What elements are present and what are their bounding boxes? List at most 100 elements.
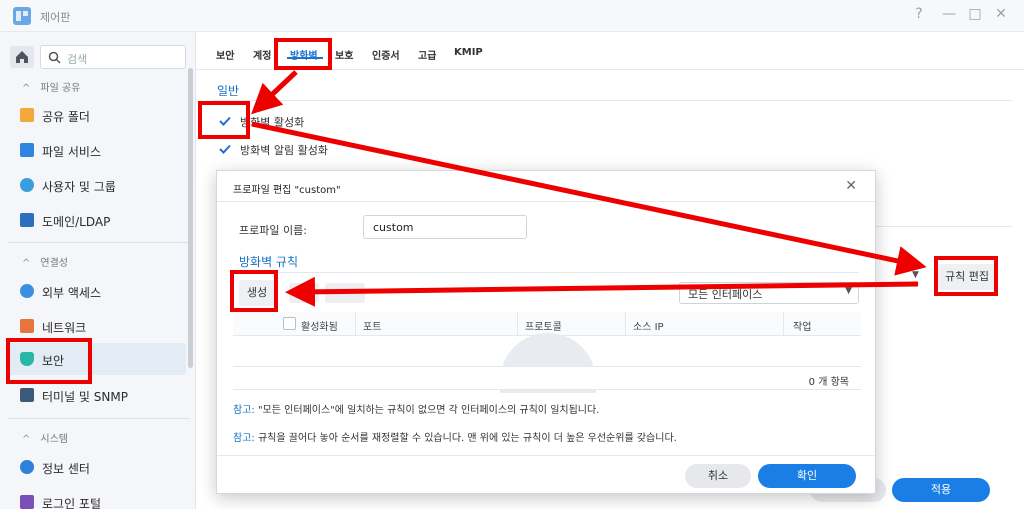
chevron-up-icon: ^ bbox=[22, 258, 31, 269]
annotation-box-edit-rules bbox=[934, 256, 998, 296]
column-separator bbox=[355, 312, 356, 336]
section-system[interactable]: ^ 시스템 bbox=[22, 430, 68, 445]
section-title: 파일 공유 bbox=[40, 83, 81, 94]
close-icon[interactable]: ✕ bbox=[845, 178, 857, 194]
window-titlebar: 제어판 ? — □ ✕ bbox=[0, 0, 1024, 32]
sidebar-item-label: 사용자 및 그룹 bbox=[42, 180, 116, 194]
info-icon bbox=[20, 460, 34, 474]
profile-dropdown-caret-icon[interactable]: ▼ bbox=[912, 270, 919, 280]
annotation-box-create bbox=[230, 270, 278, 312]
sidebar-item-label: 파일 서비스 bbox=[42, 145, 102, 159]
divider bbox=[212, 100, 1012, 101]
control-panel-icon bbox=[13, 7, 31, 25]
edit-rule-button[interactable] bbox=[289, 283, 319, 303]
chevron-up-icon: ^ bbox=[22, 83, 31, 94]
minimize-icon[interactable]: — bbox=[940, 6, 958, 22]
column-protocol[interactable]: 프로토콜 bbox=[525, 318, 562, 333]
tab-certificate[interactable]: 인증서 bbox=[372, 47, 400, 62]
maximize-icon[interactable]: □ bbox=[966, 6, 984, 22]
column-separator bbox=[517, 312, 518, 336]
divider bbox=[8, 418, 190, 419]
sidebar-item-label: 외부 액세스 bbox=[42, 286, 102, 300]
home-icon bbox=[16, 51, 28, 63]
terminal-icon bbox=[20, 388, 34, 402]
file-services-icon bbox=[20, 143, 34, 157]
general-section-title: 일반 bbox=[217, 84, 240, 98]
annotation-box-security-item bbox=[6, 338, 92, 384]
search-icon bbox=[48, 51, 61, 64]
close-window-icon[interactable]: ✕ bbox=[992, 6, 1010, 22]
section-connectivity[interactable]: ^ 연결성 bbox=[22, 254, 68, 269]
annotation-box-firewall-tab bbox=[274, 38, 332, 70]
chevron-up-icon: ^ bbox=[22, 434, 31, 445]
note-ordering: 참고: 규칙을 끌어다 놓아 순서를 재정렬할 수 있습니다. 맨 위에 있는 … bbox=[233, 429, 677, 444]
divider bbox=[235, 272, 859, 273]
divider bbox=[217, 455, 875, 456]
column-action[interactable]: 작업 bbox=[793, 318, 811, 333]
tab-account[interactable]: 계정 bbox=[253, 47, 271, 62]
sidebar-item-label: 터미널 및 SNMP bbox=[42, 390, 128, 404]
tab-protection[interactable]: 보호 bbox=[335, 47, 353, 62]
section-title: 연결성 bbox=[40, 258, 68, 269]
sidebar-item-user-group[interactable]: 사용자 및 그룹 bbox=[8, 169, 186, 201]
column-port[interactable]: 포트 bbox=[363, 318, 381, 333]
checkmark-icon bbox=[219, 144, 231, 154]
column-enabled[interactable]: 활성화됨 bbox=[301, 318, 338, 333]
apply-button[interactable]: 적용 bbox=[892, 478, 990, 502]
network-icon bbox=[20, 319, 34, 333]
sidebar-item-login-portal[interactable]: 로그인 포털 bbox=[8, 486, 186, 509]
note-prefix: 참고: bbox=[233, 405, 255, 416]
rules-table-footer: 0 개 항목 bbox=[233, 366, 861, 390]
column-source-ip[interactable]: 소스 IP bbox=[633, 318, 664, 333]
note-text: 규칙을 끌어다 놓아 순서를 재정렬할 수 있습니다. 맨 위에 있는 규칙이 … bbox=[254, 433, 677, 444]
sidebar-item-label: 로그인 포털 bbox=[42, 497, 102, 509]
ok-button[interactable]: 확인 bbox=[758, 464, 856, 488]
home-button[interactable] bbox=[10, 46, 34, 68]
sidebar-scrollbar[interactable] bbox=[188, 68, 193, 368]
note-interfaces: 참고: "모든 인터페이스"에 일치하는 규칙이 없으면 각 인터페이스의 규칙… bbox=[233, 401, 599, 416]
sidebar-item-label: 네트워크 bbox=[42, 321, 87, 335]
search-placeholder: 검색 bbox=[67, 53, 88, 66]
users-icon bbox=[20, 178, 34, 192]
column-separator bbox=[783, 312, 784, 336]
tab-advanced[interactable]: 고급 bbox=[418, 47, 436, 62]
column-separator bbox=[625, 312, 626, 336]
firewall-rules-title: 방화벽 규칙 bbox=[239, 255, 299, 269]
interface-select[interactable]: 모든 인터페이스 ▼ bbox=[679, 282, 859, 304]
profile-name-label: 프로파일 이름: bbox=[239, 224, 307, 237]
search-input[interactable]: 검색 bbox=[40, 45, 186, 69]
sidebar-item-shared-folder[interactable]: 공유 폴더 bbox=[8, 99, 186, 131]
edit-profile-dialog: 프로파일 편집 "custom" ✕ 프로파일 이름: custom 방화벽 규… bbox=[216, 170, 876, 494]
chevron-down-icon: ▼ bbox=[845, 286, 852, 296]
sidebar-item-file-services[interactable]: 파일 서비스 bbox=[8, 134, 186, 166]
section-file-sharing[interactable]: ^ 파일 공유 bbox=[22, 79, 80, 94]
login-portal-icon bbox=[20, 495, 34, 509]
help-icon[interactable]: ? bbox=[910, 6, 928, 22]
note-text: "모든 인터페이스"에 일치하는 규칙이 없으면 각 인터페이스의 규칙이 일치… bbox=[254, 405, 600, 416]
section-title: 시스템 bbox=[40, 434, 68, 445]
domain-icon bbox=[20, 213, 34, 227]
enable-notifications-checkbox[interactable] bbox=[218, 142, 232, 156]
sidebar: 검색 ^ 파일 공유 공유 폴더 파일 서비스 사용자 및 그룹 도메인/LDAP… bbox=[0, 32, 196, 509]
folder-icon bbox=[20, 108, 34, 122]
external-access-icon bbox=[20, 284, 34, 298]
sidebar-item-info-center[interactable]: 정보 센터 bbox=[8, 451, 186, 483]
annotation-box-enable-checkbox bbox=[198, 101, 250, 139]
sidebar-item-label: 공유 폴더 bbox=[42, 110, 90, 124]
sidebar-item-label: 정보 센터 bbox=[42, 462, 90, 476]
dialog-title: 프로파일 편집 "custom" bbox=[233, 185, 341, 196]
delete-rule-button[interactable] bbox=[325, 283, 365, 303]
select-all-checkbox[interactable] bbox=[283, 317, 296, 330]
sidebar-item-external-access[interactable]: 외부 액세스 bbox=[8, 275, 186, 307]
tab-security[interactable]: 보안 bbox=[216, 47, 234, 62]
profile-name-input[interactable]: custom bbox=[363, 215, 527, 239]
divider bbox=[8, 242, 190, 243]
tab-kmip[interactable]: KMIP bbox=[454, 47, 483, 58]
divider bbox=[217, 201, 875, 202]
item-count: 0 개 항목 bbox=[808, 377, 849, 388]
interface-select-value: 모든 인터페이스 bbox=[688, 288, 763, 301]
sidebar-item-label: 도메인/LDAP bbox=[42, 215, 111, 229]
sidebar-item-domain-ldap[interactable]: 도메인/LDAP bbox=[8, 204, 186, 236]
cancel-button[interactable]: 취소 bbox=[685, 464, 751, 488]
enable-notifications-label: 방화벽 알림 활성화 bbox=[240, 144, 328, 157]
